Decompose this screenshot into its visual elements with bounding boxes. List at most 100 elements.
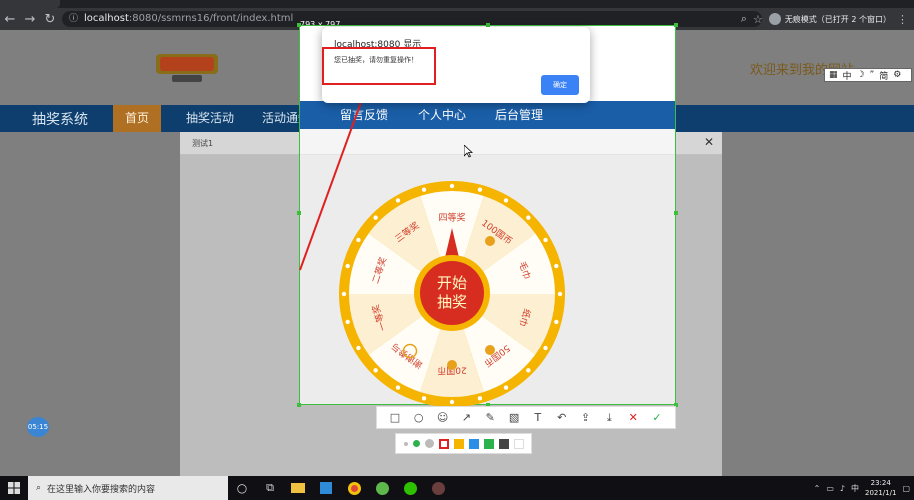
notification-icon[interactable]: ▢ [902, 484, 910, 493]
start-label-2[interactable]: 抽奖 [437, 293, 467, 311]
ime-moon-icon[interactable]: ☽ [857, 70, 865, 80]
site-brand[interactable]: 抽奖系统 [32, 109, 88, 129]
ime-grid-icon[interactable]: ▦ [829, 70, 838, 80]
rim-dot [341, 291, 347, 297]
alert-dialog: localhost:8080 显示 您已抽奖，请勿重复操作！ 确定 [322, 27, 590, 103]
volume-icon[interactable]: ♪ [840, 484, 845, 493]
taskbar-search-placeholder: 在这里输入你要搜索的内容 [47, 484, 156, 495]
rim-dot [395, 385, 401, 390]
download-icon[interactable]: ⤓ [600, 409, 618, 427]
mosaic-tool-icon[interactable]: ▧ [505, 409, 523, 427]
ime-settings-icon[interactable]: ⚙ [893, 70, 901, 80]
search-icon: ⌕ [36, 483, 42, 493]
pen-tool-icon[interactable]: ✎ [481, 409, 499, 427]
recording-timer[interactable]: 05:15 [27, 417, 49, 437]
annotation-rectangle [322, 47, 436, 85]
rectangle-tool-icon[interactable]: □ [386, 409, 404, 427]
resize-handle[interactable] [674, 23, 678, 27]
color-picker-bar [395, 433, 532, 454]
cancel-icon[interactable]: ✕ [624, 409, 642, 427]
windows-taskbar: ⌕ 在这里输入你要搜索的内容 ○ ⧉ ⌃ ▭ ♪ 中 23:24 2021/1/… [0, 476, 914, 500]
chrome-icon[interactable] [340, 476, 368, 500]
resize-handle[interactable] [674, 211, 678, 215]
ime-toolbar[interactable]: ▦ 中 ☽ ” 简 ⚙ [824, 68, 912, 82]
tray-up-icon[interactable]: ⌃ [814, 484, 821, 493]
site-logo[interactable] [152, 48, 222, 86]
taskbar-search[interactable]: ⌕ 在这里输入你要搜索的内容 [28, 476, 228, 500]
ime-simplified[interactable]: 简 [879, 69, 888, 82]
color-black-swatch[interactable] [499, 438, 509, 449]
rim-dot [477, 187, 483, 192]
ime-punct-icon[interactable]: ” [870, 70, 875, 80]
rim-dot [449, 183, 455, 189]
clock-time: 23:24 [870, 479, 891, 487]
ellipse-tool-icon[interactable]: ○ [410, 409, 428, 427]
cortana-icon[interactable]: ○ [228, 476, 256, 500]
app-green-icon[interactable] [368, 476, 396, 500]
rim-dot [503, 385, 509, 390]
back-icon[interactable]: ← [0, 9, 20, 29]
share-icon[interactable]: ⇪ [577, 409, 595, 427]
nav-admin[interactable]: 后台管理 [495, 101, 543, 129]
start-label-1[interactable]: 开始 [437, 274, 467, 292]
windows-start-icon[interactable] [0, 476, 28, 500]
rim-dot [526, 368, 531, 373]
rim-dot [356, 345, 361, 351]
emoji-tool-icon[interactable]: ☺ [434, 409, 452, 427]
resize-handle[interactable] [297, 23, 301, 27]
vscode-icon[interactable] [312, 476, 340, 500]
text-tool-icon[interactable]: T [529, 409, 547, 427]
rim-dot [543, 237, 548, 243]
incognito-indicator[interactable]: 无痕模式（已打开 2 个窗口） [768, 13, 891, 25]
rim-dot [373, 368, 378, 373]
size-large-icon[interactable] [425, 439, 434, 448]
rim-dot [421, 396, 427, 401]
menu-icon[interactable]: ⋮ [897, 13, 908, 26]
task-view-icon[interactable]: ⧉ [256, 476, 284, 500]
reload-icon[interactable]: ↻ [40, 9, 60, 29]
app-dark-icon[interactable] [424, 476, 452, 500]
size-medium-icon[interactable] [413, 440, 420, 447]
arrow-tool-icon[interactable]: ↗ [457, 409, 475, 427]
color-yellow-swatch[interactable] [454, 438, 464, 449]
url-path: :8080/ssmrns16/front/index.html [128, 13, 294, 24]
color-green-swatch[interactable] [484, 438, 494, 449]
rim-dot [477, 396, 483, 401]
color-blue-swatch[interactable] [469, 438, 479, 449]
file-explorer-icon[interactable] [284, 476, 312, 500]
rim-dot [554, 263, 559, 269]
size-small-icon[interactable] [404, 441, 408, 446]
input-lang[interactable]: 中 [851, 483, 859, 494]
incognito-label: 无痕模式（已打开 2 个窗口） [784, 14, 891, 24]
rim-dot [395, 198, 401, 203]
network-icon[interactable]: ▭ [826, 484, 834, 493]
rim-dot [554, 319, 559, 325]
star-icon[interactable]: ☆ [753, 13, 763, 26]
ime-lang[interactable]: 中 [843, 69, 852, 82]
wechat-icon[interactable] [396, 476, 424, 500]
url-host: localhost [84, 13, 129, 24]
nav-lottery[interactable]: 抽奖活动 [174, 105, 246, 132]
annotation-arrow [299, 86, 370, 271]
color-red-swatch[interactable] [439, 438, 449, 449]
modal-title: 测试1 [192, 139, 214, 148]
rim-dot [503, 198, 509, 203]
rim-dot [345, 319, 350, 325]
incognito-icon [768, 13, 781, 25]
rim-dot [449, 399, 455, 405]
nav-home[interactable]: 首页 [113, 105, 162, 132]
forward-icon[interactable]: → [20, 9, 40, 29]
nav-profile[interactable]: 个人中心 [418, 101, 466, 129]
color-white-swatch[interactable] [514, 438, 524, 449]
rim-dot [421, 187, 427, 192]
zoom-icon[interactable]: ⌕ [741, 12, 747, 26]
browser-tab-strip [0, 0, 914, 8]
undo-icon[interactable]: ↶ [553, 409, 571, 427]
taskbar-clock[interactable]: 23:24 2021/1/1 [865, 478, 896, 498]
close-icon[interactable]: ✕ [704, 135, 714, 149]
confirm-icon[interactable]: ✓ [648, 409, 666, 427]
browser-tab[interactable] [0, 0, 60, 8]
ok-button[interactable]: 确定 [541, 75, 579, 95]
cursor-icon [464, 145, 473, 158]
resize-handle[interactable] [297, 403, 301, 407]
